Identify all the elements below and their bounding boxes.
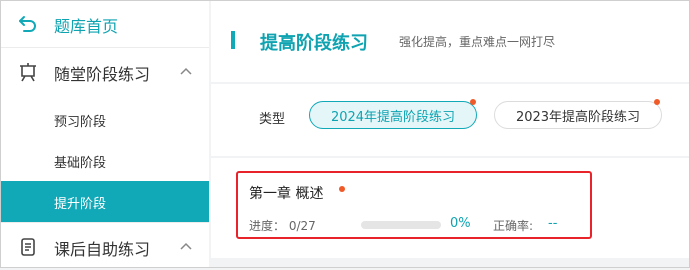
notification-dot [470,99,476,105]
sidebar-item-label: 基础阶段 [54,156,107,171]
sidebar-item-basic[interactable]: 基础阶段 [0,140,209,181]
type-option-2024[interactable]: 2024年提高阶段练习 [309,101,477,129]
bottom-gap [211,260,690,268]
type-filter-bar: 类型 2024年提高阶段练习 2023年提高阶段练习 [211,84,690,156]
title-accent-bar [231,31,235,49]
sidebar-group-self-study[interactable]: 课后自助练习 [0,223,209,270]
notification-dot [339,186,345,192]
sidebar-group-label: 课后自助练习 [54,240,151,259]
sidebar: 题库首页 随堂阶段练习 预习阶段 基础阶段 提升阶段 课后自助练习 [0,0,209,268]
sidebar-group-label: 随堂阶段练习 [54,65,151,84]
sidebar-item-label: 预习阶段 [54,115,107,130]
progress-label-text: 进度： [249,219,286,233]
scroll-icon [18,237,38,257]
type-label: 类型 [259,112,286,127]
sidebar-home-label: 题库首页 [54,17,119,36]
progress-count: 0/27 [288,219,316,233]
type-option-label: 2023年提高阶段练习 [515,109,641,125]
chapter-title[interactable]: 第一章 概述 [249,183,323,203]
chevron-up-icon[interactable] [178,238,194,254]
page-header: 提高阶段练习 强化提高，重点难点一网打尽 [211,0,690,82]
notification-dot [654,99,660,105]
type-option-label: 2024年提高阶段练习 [330,109,456,125]
page-title: 提高阶段练习 [260,33,368,54]
progress-label: 进度： 0/27 [249,217,316,234]
accuracy-label: 正确率: [493,219,534,233]
sidebar-group-classroom[interactable]: 随堂阶段练习 [0,48,209,95]
easel-icon [18,62,38,82]
type-option-2023[interactable]: 2023年提高阶段练习 [494,101,662,129]
accuracy-value: -- [548,216,558,231]
page-subtitle: 强化提高，重点难点一网打尽 [399,35,556,49]
sidebar-item-advanced[interactable]: 提升阶段 [0,181,209,222]
sidebar-item-label: 提升阶段 [54,197,107,212]
chapter-card[interactable]: 第一章 概述 进度： 0/27 0% 正确率: -- [211,158,690,258]
progress-percent: 0% [450,216,471,231]
sidebar-item-preview[interactable]: 预习阶段 [0,99,209,140]
sidebar-home-link[interactable]: 题库首页 [0,0,209,47]
progress-bar [361,221,441,229]
back-arrow-icon [18,14,38,34]
chevron-up-icon[interactable] [178,63,194,79]
